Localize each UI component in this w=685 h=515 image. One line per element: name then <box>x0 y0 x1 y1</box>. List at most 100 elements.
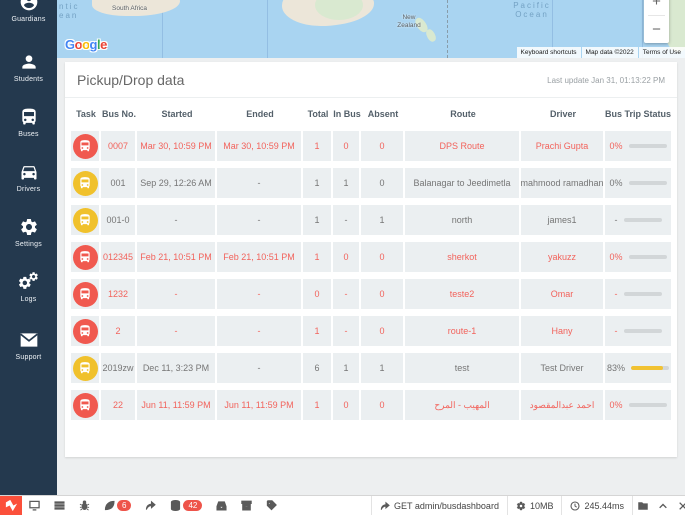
views-tab[interactable]: 6 <box>97 496 138 515</box>
sidebar-item-settings[interactable]: Settings <box>0 217 57 248</box>
bus-status-icon[interactable] <box>72 318 98 344</box>
terms-of-use-link[interactable]: Terms of Use <box>638 47 685 58</box>
zoom-out-button[interactable]: − <box>644 16 669 43</box>
request-chip[interactable]: GET admin/busdashboard <box>371 496 507 515</box>
column-header-absent: Absent <box>367 109 399 119</box>
bus-status-icon[interactable] <box>72 133 98 159</box>
progress-bar <box>628 403 667 407</box>
column-header-driver: Driver <box>549 109 576 119</box>
bus-no-cell: 2019zw <box>101 353 137 383</box>
ocean-label-atlantic: ntic ean <box>59 2 80 20</box>
guardian-icon <box>19 0 39 12</box>
map-gridline <box>267 0 268 58</box>
task-cell <box>71 390 101 420</box>
database-icon <box>170 500 181 511</box>
sidebar-item-guardians[interactable]: Guardians <box>0 0 57 23</box>
keyboard-shortcuts-link[interactable]: Keyboard shortcuts <box>516 47 581 58</box>
inbox-icon[interactable] <box>209 496 234 515</box>
app: Guardians Students Buses Drivers Setting… <box>0 0 685 515</box>
close-button[interactable] <box>673 496 685 515</box>
absent-cell: 0 <box>361 168 405 198</box>
memory-chip[interactable]: 10MB <box>506 496 562 515</box>
progress-bar <box>623 292 662 296</box>
tags-icon[interactable] <box>259 496 284 515</box>
progress-percent-label: - <box>614 326 618 336</box>
task-cell <box>71 205 101 235</box>
route-cell: teste2 <box>405 279 521 309</box>
started-cell: Dec 11, 3:23 PM <box>137 353 217 383</box>
total-cell: 6 <box>303 353 333 383</box>
minimize-button[interactable] <box>653 496 673 515</box>
bus-status-icon[interactable] <box>72 207 98 233</box>
sidebar-item-buses[interactable]: Buses <box>0 107 57 138</box>
absent-cell: 0 <box>361 279 405 309</box>
absent-cell: 0 <box>361 242 405 272</box>
time-chip[interactable]: 245.44ms <box>561 496 632 515</box>
absent-cell: 0 <box>361 390 405 420</box>
progress-bar-fill <box>631 366 663 370</box>
memory-label: 10MB <box>529 500 554 511</box>
console-icon[interactable] <box>22 496 47 515</box>
map-data-label: Map data ©2022 <box>581 47 638 58</box>
close-icon <box>678 501 685 511</box>
started-cell: - <box>137 316 217 346</box>
progress-bar <box>628 144 667 148</box>
table-header: Task Bus No. Started Ended Total In Bus … <box>65 98 677 128</box>
bus-status-icon[interactable] <box>72 170 98 196</box>
laravel-logo[interactable] <box>0 496 22 515</box>
ended-cell: Jun 11, 11:59 PM <box>217 390 303 420</box>
started-cell: - <box>137 279 217 309</box>
zoom-in-button[interactable]: + <box>644 0 669 15</box>
bus-no-cell: 012345 <box>101 242 137 272</box>
folder-button[interactable] <box>632 496 653 515</box>
clock-icon <box>570 501 580 511</box>
table-row[interactable]: 001-0 - - 1 - 1 north james1 - <box>71 205 671 235</box>
started-cell: Feb 21, 10:51 PM <box>137 242 217 272</box>
trip-status-cell: - <box>605 316 671 346</box>
bus-status-icon[interactable] <box>72 392 98 418</box>
list-icon[interactable] <box>47 496 72 515</box>
ocean-label-pacific: Pacific Ocean <box>513 1 551 19</box>
driver-cell: Hany <box>521 316 605 346</box>
started-cell: Mar 30, 10:59 PM <box>137 131 217 161</box>
table-row[interactable]: 22 Jun 11, 11:59 PM Jun 11, 11:59 PM 1 0… <box>71 390 671 420</box>
table-row[interactable]: 2019zw Dec 11, 3:23 PM - 6 1 1 test Test… <box>71 353 671 383</box>
table-row[interactable]: 0007 Mar 30, 10:59 PM Mar 30, 10:59 PM 1… <box>71 131 671 161</box>
table-row[interactable]: 012345 Feb 21, 10:51 PM Feb 21, 10:51 PM… <box>71 242 671 272</box>
driver-cell: mahmood ramadhan <box>520 168 605 198</box>
table-row[interactable]: 2 - - 1 - 0 route-1 Hany - <box>71 316 671 346</box>
absent-cell: 1 <box>361 353 405 383</box>
sidebar-item-logs[interactable]: Logs <box>0 272 57 303</box>
chevron-up-icon <box>658 501 668 511</box>
bug-icon[interactable] <box>72 496 97 515</box>
bus-status-icon[interactable] <box>72 355 98 381</box>
total-cell: 0 <box>303 279 333 309</box>
sidebar-item-support[interactable]: Support <box>0 330 57 361</box>
land-nz-south <box>424 27 438 44</box>
absent-cell: 0 <box>361 131 405 161</box>
ended-cell: Feb 21, 10:51 PM <box>217 242 303 272</box>
column-header-route: Route <box>450 109 476 119</box>
started-cell: Jun 11, 11:59 PM <box>137 390 217 420</box>
column-header-total: Total <box>307 109 329 119</box>
sidebar-item-label: Settings <box>15 241 42 248</box>
progress-percent-label: 0% <box>609 400 623 410</box>
sidebar-item-students[interactable]: Students <box>0 52 57 83</box>
views-badge: 6 <box>117 500 132 511</box>
map[interactable]: ntic ean Pacific Ocean South Africa New Zea… <box>57 0 685 58</box>
share-icon[interactable] <box>138 496 163 515</box>
sidebar-item-drivers[interactable]: Drivers <box>0 162 57 193</box>
queries-tab[interactable]: 42 <box>163 496 209 515</box>
table-row[interactable]: 001 Sep 29, 12:26 AM - 1 1 0 Balanagar t… <box>71 168 671 198</box>
bus-status-icon[interactable] <box>72 244 98 270</box>
progress-percent-label: 0% <box>609 141 623 151</box>
forward-arrow-icon <box>380 501 390 511</box>
driver-cell: Test Driver <box>521 353 605 383</box>
table-row[interactable]: 1232 - - 0 - 0 teste2 Omar - <box>71 279 671 309</box>
task-cell <box>71 316 101 346</box>
content-area: Pickup/Drop data Last update Jan 31, 01:… <box>57 58 685 495</box>
bus-status-icon[interactable] <box>72 281 98 307</box>
trip-status-cell: 0% <box>605 242 671 272</box>
google-logo[interactable]: Google <box>65 37 107 52</box>
archive-icon[interactable] <box>234 496 259 515</box>
